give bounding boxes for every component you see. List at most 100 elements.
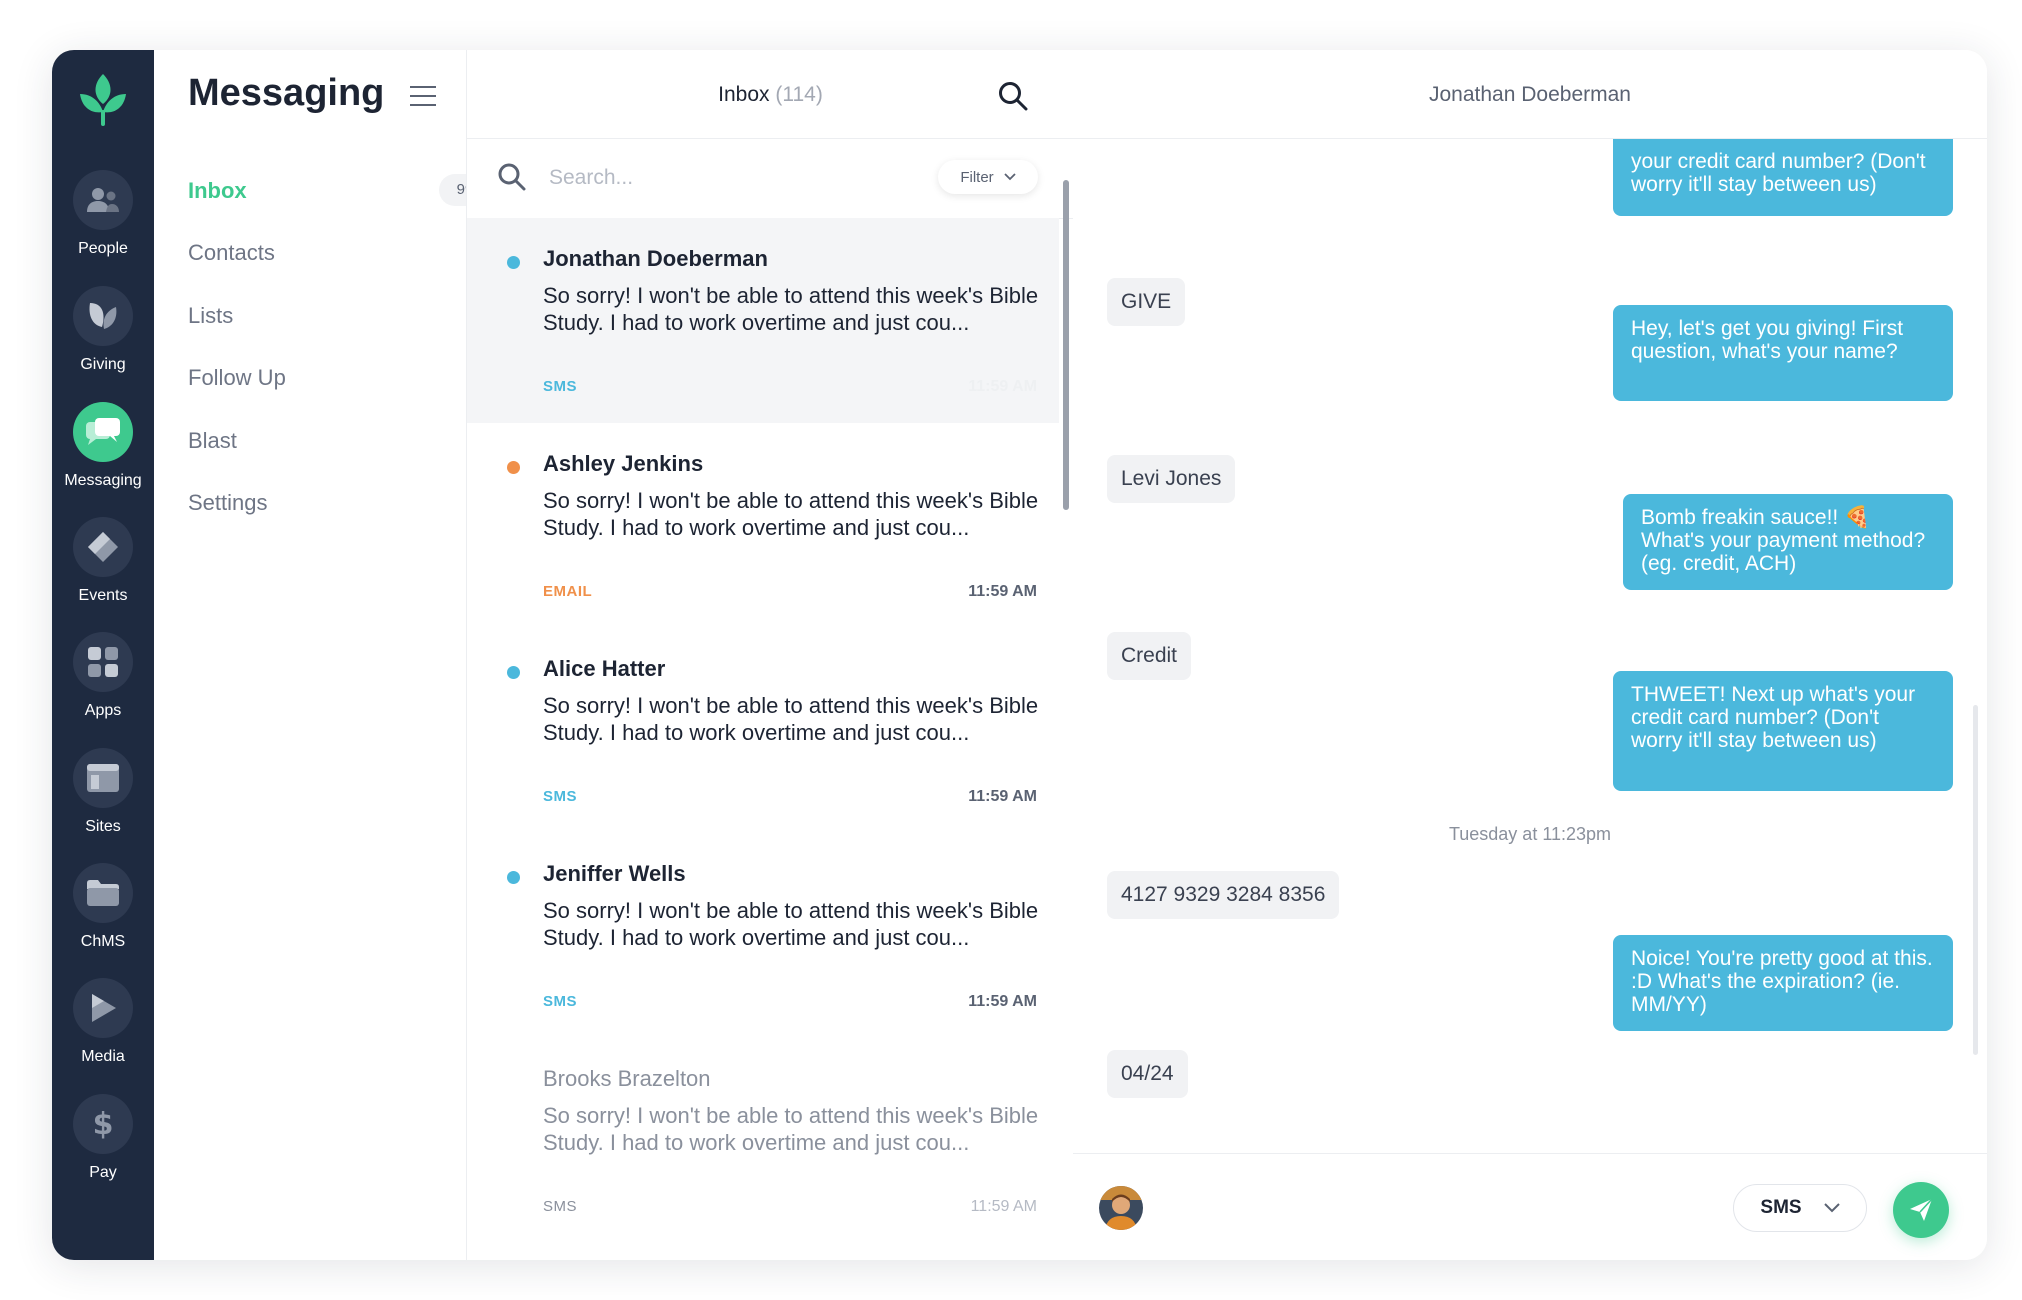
nav-item-follow-up[interactable]: Follow Up <box>188 365 286 391</box>
outgoing-message: Noice! You're pretty good at this. :D Wh… <box>1613 935 1953 1031</box>
rail-label: Giving <box>80 356 126 373</box>
nav-item-inbox[interactable]: Inbox <box>188 178 247 204</box>
message-timestamp: Tuesday at 11:23pm <box>1448 824 1612 844</box>
chat-icon <box>73 402 133 462</box>
thread-snippet: So sorry! I won't be able to attend this… <box>543 283 1039 335</box>
thread-item[interactable]: Ashley Jenkins So sorry! I won't be able… <box>467 423 1059 628</box>
unread-dot <box>507 666 520 679</box>
dollar-icon: $ <box>73 1094 133 1154</box>
incoming-message: 4127 9329 3284 8356 <box>1107 871 1340 919</box>
thread-name: Brooks Brazelton <box>543 1066 711 1091</box>
paper-plane-icon <box>1910 1198 1933 1221</box>
svg-text:$: $ <box>93 1107 114 1142</box>
conversation-scrollbar[interactable] <box>1973 705 1978 1055</box>
thread-snippet: So sorry! I won't be able to attend this… <box>543 488 1039 540</box>
ticket-icon <box>73 517 133 577</box>
rail-item-messaging[interactable]: Messaging <box>52 402 154 512</box>
nav-item-blast[interactable]: Blast <box>188 428 237 454</box>
thread-name: Ashley Jenkins <box>543 451 704 476</box>
messaging-nav: Messaging Inbox 99 Contacts Lists Follow… <box>154 50 491 1260</box>
rail-item-chms[interactable]: ChMS <box>52 863 154 973</box>
outgoing-message: Hey, let's get you giving! First questio… <box>1613 305 1953 401</box>
search-icon[interactable] <box>997 80 1029 112</box>
rail-label: Apps <box>84 702 122 719</box>
nav-item-lists[interactable]: Lists <box>188 303 233 329</box>
chevron-down-icon <box>1004 173 1016 181</box>
app-rail: People Giving Messaging Events Apps Site… <box>52 50 154 1260</box>
play-icon <box>73 978 133 1038</box>
channel-select[interactable]: SMS <box>1733 1184 1867 1232</box>
app-window: People Giving Messaging Events Apps Site… <box>52 50 1987 1260</box>
message-composer: SMS <box>1073 1153 1987 1260</box>
thread-channel: SMS <box>543 993 578 1010</box>
rail-item-people[interactable]: People <box>52 170 154 280</box>
incoming-message: Levi Jones <box>1107 455 1236 503</box>
inbox-title-count: (114) <box>775 83 823 106</box>
avatar[interactable] <box>1099 1186 1143 1230</box>
rail-label: Pay <box>89 1164 117 1181</box>
unread-dot <box>507 256 520 269</box>
thread-item[interactable]: Jonathan Doeberman So sorry! I won't be … <box>467 218 1059 423</box>
thread-snippet: So sorry! I won't be able to attend this… <box>543 693 1039 745</box>
rail-item-sites[interactable]: Sites <box>52 748 154 858</box>
unread-dot <box>507 461 520 474</box>
thread-channel: EMAIL <box>543 583 593 600</box>
thread-name: Jonathan Doeberman <box>543 246 768 271</box>
nav-item-settings[interactable]: Settings <box>188 490 268 516</box>
thread-snippet: So sorry! I won't be able to attend this… <box>543 1103 1039 1155</box>
rail-label: Messaging <box>64 472 142 489</box>
thread-name: Jeniffer Wells <box>543 861 686 886</box>
rail-item-apps[interactable]: Apps <box>52 632 154 742</box>
thread-time: 11:59 AM <box>970 1198 1037 1215</box>
thread-time: 11:59 AM <box>968 993 1037 1010</box>
thread-item[interactable]: Jeniffer Wells So sorry! I won't be able… <box>467 833 1059 1038</box>
rail-label: Media <box>81 1048 125 1065</box>
page-title: Messaging <box>188 72 385 114</box>
rail-item-media[interactable]: Media <box>52 978 154 1088</box>
nav-item-contacts[interactable]: Contacts <box>188 240 275 266</box>
hamburger-menu-icon[interactable] <box>410 86 436 108</box>
outgoing-message: THWEET! Next up what's your credit card … <box>1613 671 1953 791</box>
thread-item[interactable]: Alice Hatter So sorry! I won't be able t… <box>467 628 1059 833</box>
folder-icon <box>73 863 133 923</box>
outgoing-message: Bomb freakin sauce!! 🍕 What's your payme… <box>1623 494 1953 590</box>
rail-label: ChMS <box>80 933 126 950</box>
grid-icon <box>73 632 133 692</box>
thread-time: 11:59 AM <box>968 788 1037 805</box>
search-icon <box>498 163 526 191</box>
rail-label: Sites <box>85 818 121 835</box>
inbox-header: Inbox (114) <box>467 50 1074 139</box>
inbox-list: Inbox (114) Filter Jonathan Doeberman So… <box>466 50 1075 1260</box>
incoming-message: Credit <box>1107 632 1192 680</box>
search-bar: Filter <box>467 138 1074 219</box>
thread-snippet: So sorry! I won't be able to attend this… <box>543 898 1039 950</box>
search-input[interactable] <box>547 160 911 196</box>
incoming-message: GIVE <box>1107 278 1186 326</box>
thread-time: 11:59 AM <box>968 583 1037 600</box>
channel-select-value: SMS <box>1760 1197 1802 1218</box>
conversation-panel: Jonathan Doeberman your credit card numb… <box>1073 50 1987 1260</box>
people-icon <box>73 170 133 230</box>
filter-button[interactable]: Filter <box>938 160 1038 194</box>
unread-dot <box>507 871 520 884</box>
rail-label: Events <box>78 587 128 604</box>
inbox-title-label: Inbox <box>718 83 770 106</box>
brand-logo-icon[interactable] <box>76 72 130 128</box>
conversation-header: Jonathan Doeberman <box>1073 50 1987 139</box>
rail-label: People <box>78 240 128 257</box>
rail-item-events[interactable]: Events <box>52 517 154 627</box>
chevron-down-icon <box>1823 1203 1840 1213</box>
layout-icon <box>73 748 133 808</box>
thread-time: 11:59 AM <box>968 378 1037 395</box>
inbox-title: Inbox (114) <box>467 83 1074 107</box>
rail-item-giving[interactable]: Giving <box>52 286 154 396</box>
incoming-message: 04/24 <box>1107 1050 1188 1098</box>
conversation-contact-name: Jonathan Doeberman <box>1429 83 1631 106</box>
list-scrollbar[interactable] <box>1063 180 1069 510</box>
thread-channel: SMS <box>543 788 578 805</box>
send-button[interactable] <box>1893 1182 1949 1238</box>
thread-channel: SMS <box>543 1198 578 1215</box>
rail-item-pay[interactable]: $ Pay <box>52 1094 154 1204</box>
thread-name: Alice Hatter <box>543 656 666 681</box>
thread-item[interactable]: Brooks Brazelton So sorry! I won't be ab… <box>467 1038 1059 1243</box>
